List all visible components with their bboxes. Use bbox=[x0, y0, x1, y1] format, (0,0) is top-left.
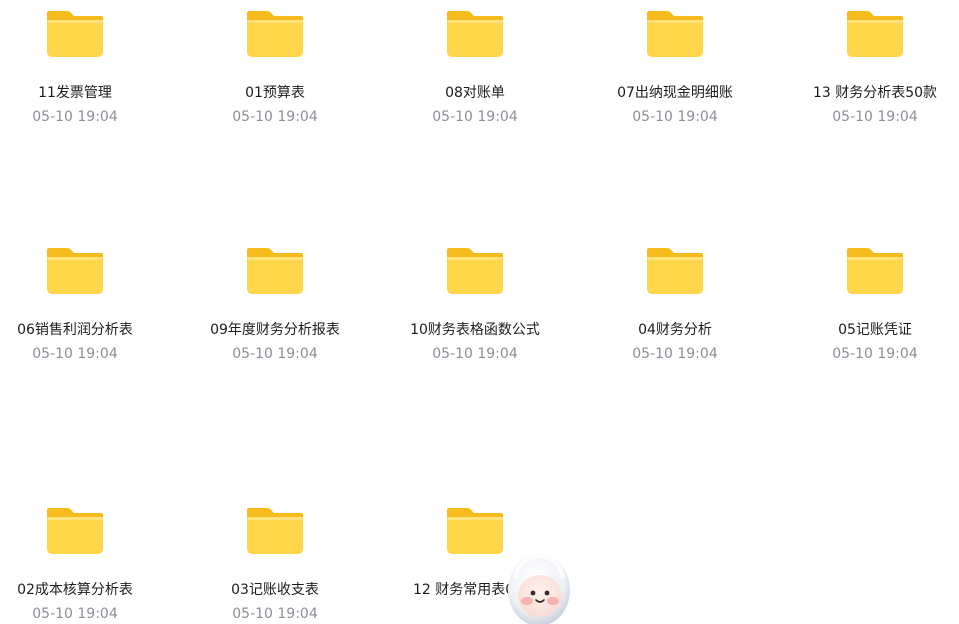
folder-icon bbox=[447, 11, 503, 57]
folder-name: 08对账单 bbox=[445, 85, 505, 101]
folder-modified-time: 05-10 19:04 bbox=[432, 346, 518, 362]
folder-icon bbox=[247, 508, 303, 554]
file-grid: 11发票管理 05-10 19:04 01预算表 05-10 19:04 08对… bbox=[0, 0, 959, 624]
folder-item[interactable]: 03记账收支表 05-10 19:04 bbox=[200, 505, 350, 624]
folder-item[interactable]: 04财务分析 05-10 19:04 bbox=[600, 245, 750, 366]
folder-item[interactable]: 05记账凭证 05-10 19:04 bbox=[800, 245, 950, 366]
folder-name: 04财务分析 bbox=[638, 322, 712, 338]
folder-modified-time: 05-10 19:04 bbox=[632, 109, 718, 125]
folder-icon bbox=[247, 248, 303, 294]
folder-icon bbox=[247, 11, 303, 57]
folder-item[interactable]: 02成本核算分析表 05-10 19:04 bbox=[0, 505, 150, 624]
folder-modified-time: 05-10 19:04 bbox=[832, 346, 918, 362]
folder-item[interactable]: 13 财务分析表50款 05-10 19:04 bbox=[800, 8, 950, 129]
folder-icon bbox=[647, 11, 703, 57]
folder-name: 09年度财务分析报表 bbox=[210, 322, 340, 338]
folder-modified-time: 05-10 19:04 bbox=[232, 606, 318, 622]
folder-icon bbox=[647, 248, 703, 294]
folder-icon bbox=[47, 508, 103, 554]
folder-icon bbox=[447, 508, 503, 554]
folder-modified-time: 05-10 19:04 bbox=[32, 109, 118, 125]
folder-icon bbox=[47, 248, 103, 294]
folder-name: 03记账收支表 bbox=[231, 582, 319, 598]
folder-name: 11发票管理 bbox=[38, 85, 112, 101]
folder-name: 10财务表格函数公式 bbox=[410, 322, 540, 338]
folder-modified-time: 05-10 19:04 bbox=[632, 346, 718, 362]
mascot-icon[interactable] bbox=[505, 548, 573, 624]
folder-modified-time: 05-10 19:04 bbox=[232, 346, 318, 362]
folder-item[interactable]: 07出纳现金明细账 05-10 19:04 bbox=[600, 8, 750, 129]
folder-name: 01预算表 bbox=[245, 85, 305, 101]
folder-icon bbox=[847, 11, 903, 57]
folder-modified-time: 05-10 19:04 bbox=[32, 346, 118, 362]
folder-modified-time: 05-10 19:04 bbox=[232, 109, 318, 125]
folder-name: 06销售利润分析表 bbox=[17, 322, 133, 338]
folder-item[interactable]: 10财务表格函数公式 05-10 19:04 bbox=[400, 245, 550, 366]
folder-name: 07出纳现金明细账 bbox=[617, 85, 733, 101]
folder-name: 05记账凭证 bbox=[838, 322, 912, 338]
folder-item[interactable]: 09年度财务分析报表 05-10 19:04 bbox=[200, 245, 350, 366]
folder-item[interactable]: 11发票管理 05-10 19:04 bbox=[0, 8, 150, 129]
folder-icon bbox=[447, 248, 503, 294]
folder-item[interactable]: 01预算表 05-10 19:04 bbox=[200, 8, 350, 129]
folder-name: 13 财务分析表50款 bbox=[812, 85, 938, 101]
folder-item[interactable]: 08对账单 05-10 19:04 bbox=[400, 8, 550, 129]
folder-icon bbox=[47, 11, 103, 57]
folder-icon bbox=[847, 248, 903, 294]
folder-item[interactable]: 06销售利润分析表 05-10 19:04 bbox=[0, 245, 150, 366]
folder-modified-time: 05-10 19:04 bbox=[832, 109, 918, 125]
folder-modified-time: 05-10 19:04 bbox=[32, 606, 118, 622]
folder-modified-time: 05-10 19:04 bbox=[432, 109, 518, 125]
folder-name: 02成本核算分析表 bbox=[17, 582, 133, 598]
